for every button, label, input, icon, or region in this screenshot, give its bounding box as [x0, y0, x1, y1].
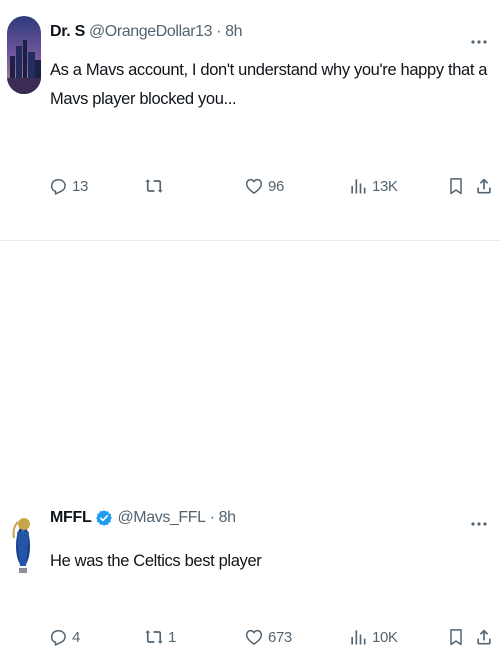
author-handle[interactable]: @Mavs_FFL	[117, 509, 206, 527]
view-count: 10K	[372, 628, 398, 646]
like-count: 673	[268, 628, 292, 646]
author-handle[interactable]: @OrangeDollar13	[89, 23, 213, 41]
tweet-text: As a Mavs account, I don't understand wh…	[50, 61, 488, 108]
retweet-arrows-icon	[145, 630, 163, 644]
more-dots-icon[interactable]	[470, 32, 488, 44]
bookmark-icon	[450, 178, 462, 195]
retweet-button[interactable]	[144, 172, 168, 200]
timestamp[interactable]: 8h	[225, 23, 242, 41]
views-button[interactable]: 13K	[348, 172, 398, 200]
reply-button[interactable]: 13	[48, 172, 88, 200]
retweet-button[interactable]: 1	[144, 623, 176, 651]
like-button[interactable]: 96	[244, 172, 284, 200]
tweet-1[interactable]: Dr. S @OrangeDollar13 · 8h As a Mavs acc…	[0, 0, 500, 240]
bookmark-button[interactable]	[446, 623, 466, 651]
share-upload-icon	[477, 178, 491, 194]
tweet-text: He was the Celtics best player	[50, 552, 262, 570]
bookmark-icon	[450, 629, 462, 646]
author-name[interactable]: Dr. S	[50, 23, 85, 41]
author-name[interactable]: MFFL	[50, 509, 92, 527]
reply-bubble-icon	[51, 630, 66, 646]
avatar[interactable]	[8, 502, 38, 582]
retweet-arrows-icon	[145, 179, 163, 193]
views-button[interactable]: 10K	[348, 623, 398, 651]
more-dots-icon[interactable]	[470, 514, 488, 526]
like-button[interactable]: 673	[244, 623, 292, 651]
action-bar: 4 1 673 10K	[48, 623, 494, 651]
analytics-bars-icon	[351, 179, 366, 194]
like-count: 96	[268, 177, 284, 195]
separator-dot: ·	[216, 23, 222, 40]
avatar[interactable]	[7, 16, 41, 94]
timestamp[interactable]: 8h	[219, 509, 236, 527]
analytics-bars-icon	[351, 630, 366, 645]
share-button[interactable]	[474, 623, 494, 651]
reply-count: 13	[72, 177, 88, 195]
reply-count: 4	[72, 628, 80, 646]
retweet-count: 1	[168, 628, 176, 646]
bookmark-button[interactable]	[446, 172, 466, 200]
separator-dot: ·	[209, 509, 215, 526]
verified-badge-icon	[95, 509, 113, 527]
reply-bubble-icon	[51, 179, 66, 195]
share-button[interactable]	[474, 172, 494, 200]
action-bar: 13 96 13K	[48, 172, 494, 200]
tweet-2[interactable]: MFFL @Mavs_FFL · 8h He was the Celtics b…	[0, 240, 500, 646]
heart-icon	[245, 178, 263, 194]
share-upload-icon	[477, 629, 491, 645]
heart-icon	[245, 629, 263, 645]
reply-button[interactable]: 4	[48, 623, 80, 651]
view-count: 13K	[372, 177, 398, 195]
